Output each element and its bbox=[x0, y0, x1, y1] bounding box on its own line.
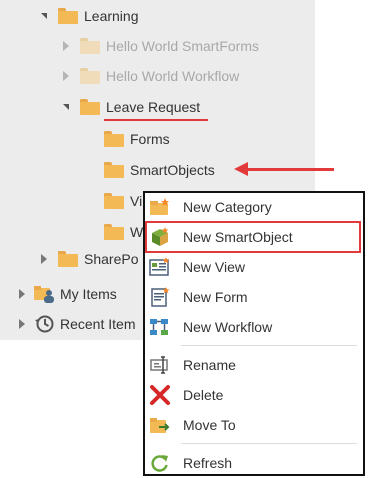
rename-icon bbox=[149, 354, 171, 376]
tree-node-label: Hello World SmartForms bbox=[106, 38, 259, 54]
folder-icon bbox=[104, 162, 124, 178]
folder-icon bbox=[58, 251, 78, 267]
folder-star-icon bbox=[149, 196, 171, 218]
tree-node-label: Vi bbox=[130, 193, 143, 209]
folder-icon bbox=[58, 8, 78, 24]
tree-node-views[interactable]: Vi bbox=[104, 186, 142, 216]
tree-node-label: SmartObjects bbox=[130, 162, 215, 178]
view-icon bbox=[149, 256, 171, 278]
tree-node-learning[interactable]: Learning bbox=[38, 1, 139, 31]
menu-item-new-category[interactable]: New Category bbox=[147, 193, 359, 221]
tree-node-smartobjects[interactable]: SmartObjects bbox=[104, 155, 215, 185]
menu-item-new-workflow[interactable]: New Workflow bbox=[147, 313, 359, 341]
tree-node-forms[interactable]: Forms bbox=[104, 124, 170, 154]
refresh-icon bbox=[149, 452, 171, 474]
red-arrow-head-icon bbox=[234, 162, 248, 176]
expand-toggle-icon[interactable] bbox=[38, 10, 50, 22]
context-menu: New Category New SmartObject New View Ne… bbox=[143, 191, 365, 476]
tree-node-label: Leave Request bbox=[106, 99, 201, 115]
menu-item-new-smartobject[interactable]: New SmartObject bbox=[145, 221, 361, 253]
collapse-toggle-icon[interactable] bbox=[60, 70, 72, 82]
collapse-toggle-icon[interactable] bbox=[38, 253, 50, 265]
folder-icon bbox=[80, 68, 100, 84]
menu-item-refresh[interactable]: Refresh bbox=[147, 449, 359, 477]
recent-clock-icon bbox=[34, 314, 56, 334]
tree-node-label: Learning bbox=[84, 8, 139, 24]
menu-item-delete[interactable]: Delete bbox=[147, 381, 359, 409]
folder-icon bbox=[104, 224, 124, 240]
workflow-icon bbox=[149, 316, 171, 338]
collapse-toggle-icon[interactable] bbox=[16, 288, 28, 300]
tree-node-workflows[interactable]: W bbox=[104, 217, 143, 247]
move-to-icon bbox=[149, 414, 171, 436]
folder-icon bbox=[104, 193, 124, 209]
tree-node-label: Hello World Workflow bbox=[106, 68, 240, 84]
collapse-toggle-icon[interactable] bbox=[16, 318, 28, 330]
tree-node-recent-items[interactable]: Recent Item bbox=[16, 309, 135, 339]
tree-node-label: My Items bbox=[60, 286, 117, 302]
tree-node-hello-world-smartforms[interactable]: Hello World SmartForms bbox=[60, 31, 259, 61]
menu-separator bbox=[181, 443, 357, 444]
red-underline-annotation bbox=[104, 119, 208, 121]
user-folder-icon bbox=[34, 284, 56, 304]
form-icon bbox=[149, 286, 171, 308]
folder-icon bbox=[80, 38, 100, 54]
tree-node-label: W bbox=[130, 224, 144, 240]
folder-icon bbox=[104, 131, 124, 147]
menu-item-new-view[interactable]: New View bbox=[147, 253, 359, 281]
expand-toggle-icon[interactable] bbox=[60, 101, 72, 113]
delete-icon bbox=[149, 384, 171, 406]
tree-node-sharepoint[interactable]: SharePo bbox=[38, 244, 138, 274]
menu-separator bbox=[181, 345, 357, 346]
red-arrow-annotation bbox=[246, 168, 334, 171]
tree-node-label: Recent Item bbox=[60, 316, 136, 332]
tree-node-leave-request[interactable]: Leave Request bbox=[60, 92, 200, 122]
folder-icon bbox=[80, 99, 100, 115]
menu-item-new-form[interactable]: New Form bbox=[147, 283, 359, 311]
menu-item-move-to[interactable]: Move To bbox=[147, 411, 359, 439]
collapse-toggle-icon[interactable] bbox=[60, 40, 72, 52]
tree-node-hello-world-workflow[interactable]: Hello World Workflow bbox=[60, 61, 239, 91]
tree-node-label: Forms bbox=[130, 131, 170, 147]
menu-item-rename[interactable]: Rename bbox=[147, 351, 359, 379]
smartobject-icon bbox=[149, 226, 171, 248]
tree-node-my-items[interactable]: My Items bbox=[16, 279, 117, 309]
tree-node-label: SharePo bbox=[84, 251, 139, 267]
